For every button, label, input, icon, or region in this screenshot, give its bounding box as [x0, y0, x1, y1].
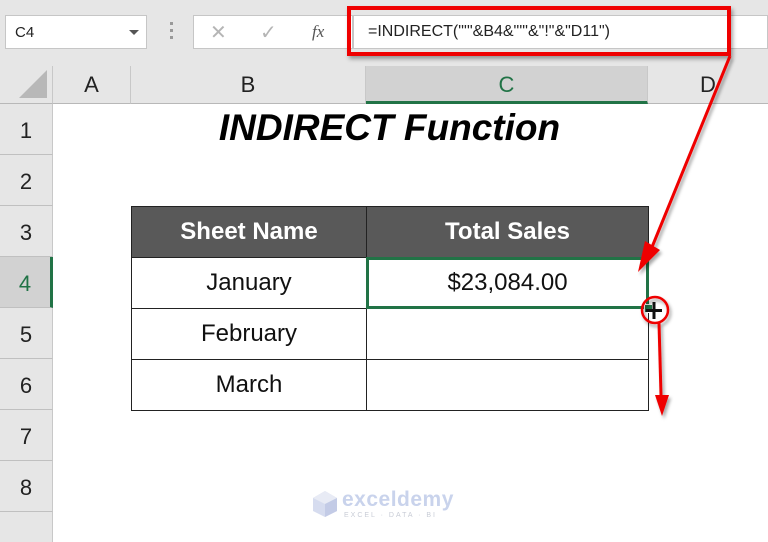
row-header-1[interactable]: 1 [0, 104, 53, 155]
exceldemy-logo-icon [313, 491, 337, 517]
drag-down-arrow-head-icon [655, 395, 669, 416]
watermark-name: exceldemy [342, 488, 454, 511]
insert-function-icon[interactable]: fx [312, 22, 324, 42]
chevron-down-icon[interactable] [129, 30, 139, 35]
formula-toolbar: C4 ✕ ✓ fx =INDIRECT("'"&B4&"'"&"!"&"D11"… [0, 0, 768, 66]
fill-handle[interactable] [644, 304, 653, 313]
column-header-b[interactable]: B [131, 66, 366, 104]
row-header-2[interactable]: 2 [0, 155, 53, 206]
cell-b5[interactable]: February [131, 308, 367, 360]
table-header-row: Sheet Name Total Sales [131, 206, 649, 258]
select-all-corner[interactable] [0, 66, 53, 104]
name-box-value: C4 [15, 24, 35, 41]
row-header-4[interactable]: 4 [0, 257, 53, 308]
drag-grip-icon[interactable] [170, 22, 173, 42]
formula-highlight-box [347, 6, 731, 56]
select-all-triangle-icon [19, 70, 47, 98]
row-header-3[interactable]: 3 [0, 206, 53, 257]
header-total-sales[interactable]: Total Sales [366, 206, 649, 258]
drag-down-arrow-line [657, 322, 663, 396]
cell-c6[interactable] [366, 359, 649, 411]
row-header-7[interactable]: 7 [0, 410, 53, 461]
column-header-c[interactable]: C [366, 66, 648, 104]
cell-b4[interactable]: January [131, 257, 367, 309]
enter-check-icon[interactable]: ✓ [260, 20, 277, 45]
row-header-8[interactable]: 8 [0, 461, 53, 512]
row-header-5[interactable]: 5 [0, 308, 53, 359]
table-row: January $23,084.00 [131, 257, 649, 309]
sheet-title[interactable]: INDIRECT Function [131, 104, 648, 155]
row-header-6[interactable]: 6 [0, 359, 53, 410]
sales-table: Sheet Name Total Sales January $23,084.0… [131, 206, 649, 411]
formula-tools: ✕ ✓ fx [193, 15, 353, 49]
cell-c4[interactable]: $23,084.00 [366, 257, 649, 309]
table-row: March [131, 359, 649, 411]
watermark-tagline: EXCEL · DATA · BI [344, 512, 437, 519]
header-sheet-name[interactable]: Sheet Name [131, 206, 367, 258]
cancel-icon[interactable]: ✕ [210, 20, 227, 45]
name-box[interactable]: C4 [5, 15, 147, 49]
table-row: February [131, 308, 649, 360]
row-header-9[interactable] [0, 512, 53, 542]
column-header-d[interactable]: D [648, 66, 768, 104]
cell-c5[interactable] [366, 308, 649, 360]
cell-b6[interactable]: March [131, 359, 367, 411]
column-header-a[interactable]: A [53, 66, 131, 104]
